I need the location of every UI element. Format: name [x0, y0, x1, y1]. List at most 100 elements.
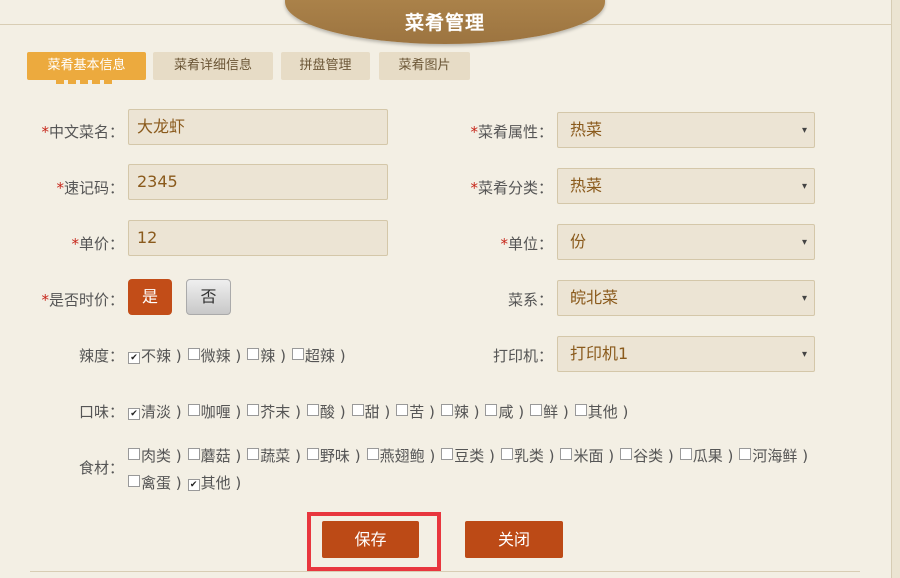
dropdown-caret-icon: ▾ — [801, 181, 807, 192]
quick-code-input[interactable]: 2345 — [128, 164, 388, 200]
checkbox-icon[interactable] — [247, 348, 260, 360]
ingredients-option[interactable]: 米面 ) — [560, 443, 614, 470]
taste-option[interactable]: 苦 ) — [396, 401, 435, 422]
taste-option[interactable]: 咖喱 ) — [187, 401, 242, 422]
taste-option[interactable]: 其他 ) — [574, 401, 628, 422]
taste-option[interactable]: 甜 ) — [351, 401, 390, 422]
checkbox-icon[interactable] — [530, 404, 543, 416]
taste-option[interactable]: 咸 ) — [485, 401, 524, 422]
quick-code-label-text: 速记码： — [63, 179, 124, 197]
checkbox-checked-icon[interactable]: ✔ — [187, 479, 200, 491]
ingredients-option[interactable]: 燕翅鲍 ) — [366, 443, 436, 470]
checkbox-icon[interactable] — [396, 404, 409, 416]
checkbox-icon[interactable] — [291, 348, 304, 360]
ingredients-options: 肉类 ) 蘑菇 ) 蔬菜 ) 野味 ) 燕翅鲍 ) 豆类 ) 乳类 ) 米面 ) 谷类 ) 瓜果 … — [128, 443, 868, 497]
tab-images[interactable]: 菜肴图片 — [379, 52, 470, 80]
checkbox-icon[interactable] — [620, 448, 633, 460]
quick-code-label: *速记码： — [20, 177, 124, 198]
dropdown-caret-icon: ▾ — [801, 293, 807, 304]
checkbox-icon[interactable] — [187, 404, 200, 416]
taste-option[interactable]: 鲜 ) — [530, 401, 569, 422]
checkbox-icon[interactable] — [679, 448, 692, 460]
option-separator: ) — [171, 347, 182, 365]
option-separator: ) — [171, 447, 182, 465]
option-separator: ) — [334, 403, 346, 421]
unit-label-text: 单位： — [507, 235, 553, 253]
spice-option-label: 超辣 — [304, 347, 335, 365]
seasonal-price-yes-button[interactable]: 是 — [128, 279, 172, 315]
option-separator: ) — [230, 403, 242, 421]
option-separator: ) — [171, 474, 182, 492]
checkbox-checked-icon[interactable]: ✔ — [128, 352, 140, 364]
option-separator: ) — [424, 447, 436, 465]
tab-platter[interactable]: 拼盘管理 — [281, 52, 370, 80]
taste-option[interactable]: 酸 ) — [306, 401, 346, 422]
checkbox-icon[interactable] — [128, 448, 140, 460]
attribute-select[interactable]: 热菜 ▾ — [557, 112, 815, 148]
checkbox-icon[interactable] — [247, 448, 260, 460]
checkbox-icon[interactable] — [247, 404, 260, 416]
taste-option[interactable]: 芥末 ) — [247, 401, 301, 422]
checkbox-icon[interactable] — [366, 448, 379, 460]
taste-option[interactable]: 辣 ) — [440, 401, 479, 422]
category-select[interactable]: 热菜 ▾ — [557, 168, 815, 204]
ingredients-option[interactable]: 瓜果 ) — [679, 443, 733, 470]
ingredients-option[interactable]: 豆类 ) — [441, 443, 495, 470]
ingredients-option-label: 河海鲜 — [752, 447, 798, 465]
spice-option[interactable]: 微辣 ) — [187, 345, 241, 366]
price-input[interactable]: 12 — [128, 220, 388, 256]
ingredients-option[interactable]: 乳类 ) — [500, 443, 554, 470]
checkbox-icon[interactable] — [574, 404, 587, 416]
tab-detail-info[interactable]: 菜肴详细信息 — [153, 52, 273, 80]
option-separator: ) — [484, 447, 495, 465]
checkbox-icon[interactable] — [560, 448, 573, 460]
tab-basic-info[interactable]: 菜肴基本信息 — [27, 52, 146, 80]
spice-option[interactable]: 辣 ) — [247, 345, 286, 366]
option-separator: ) — [797, 447, 809, 465]
checkbox-icon[interactable] — [187, 448, 200, 460]
category-label-text: 菜肴分类： — [477, 179, 553, 197]
attribute-label: *菜肴属性： — [440, 121, 553, 142]
checkbox-icon[interactable] — [739, 448, 752, 460]
ingredients-option[interactable]: ✔ 其他 ) — [187, 470, 241, 497]
ingredients-option[interactable]: 蘑菇 ) — [187, 443, 241, 470]
checkbox-icon[interactable] — [500, 448, 513, 460]
ingredients-option-label: 燕翅鲍 — [379, 447, 425, 465]
unit-select[interactable]: 份 ▾ — [557, 224, 815, 260]
seasonal-price-no-button[interactable]: 否 — [186, 279, 231, 315]
spice-option-label: 不辣 — [141, 347, 172, 365]
ingredients-option[interactable]: 肉类 ) — [128, 443, 182, 470]
close-button[interactable]: 关闭 — [465, 521, 563, 558]
ingredients-option[interactable]: 野味 ) — [306, 443, 361, 470]
required-mark: * — [41, 123, 49, 141]
chinese-name-input[interactable]: 大龙虾 — [128, 109, 388, 145]
checkbox-icon[interactable] — [187, 348, 200, 360]
checkbox-checked-icon[interactable]: ✔ — [128, 408, 140, 420]
ingredients-option[interactable]: 谷类 ) — [620, 443, 674, 470]
cuisine-select[interactable]: 皖北菜 ▾ — [557, 280, 815, 316]
checkbox-icon[interactable] — [441, 448, 454, 460]
required-mark: * — [41, 291, 49, 309]
spice-option[interactable]: 超辣 ) — [291, 345, 346, 366]
checkbox-icon[interactable] — [351, 404, 364, 416]
ingredients-option-label: 禽蛋 — [141, 474, 172, 492]
checkbox-icon[interactable] — [440, 404, 453, 416]
printer-select[interactable]: 打印机1 ▾ — [557, 336, 815, 372]
chinese-name-label-text: 中文菜名： — [48, 123, 124, 141]
checkbox-icon[interactable] — [306, 448, 319, 460]
option-separator: ) — [513, 403, 525, 421]
cuisine-value: 皖北菜 — [570, 288, 619, 307]
ingredients-option[interactable]: 蔬菜 ) — [247, 443, 301, 470]
price-label-text: 单价： — [78, 235, 124, 253]
taste-option-label: 其他 — [587, 403, 618, 421]
taste-option[interactable]: ✔ 清淡 ) — [128, 401, 182, 422]
ingredients-option-label: 米面 — [573, 447, 604, 465]
checkbox-icon[interactable] — [306, 404, 319, 416]
spice-option[interactable]: ✔ 不辣 ) — [128, 345, 182, 366]
ingredients-option[interactable]: 禽蛋 ) — [128, 470, 182, 497]
taste-option-label: 芥末 — [260, 403, 291, 421]
checkbox-icon[interactable] — [128, 475, 140, 487]
checkbox-icon[interactable] — [485, 404, 498, 416]
ingredients-option[interactable]: 河海鲜 ) — [739, 443, 808, 470]
ingredients-option-label: 豆类 — [454, 447, 485, 465]
